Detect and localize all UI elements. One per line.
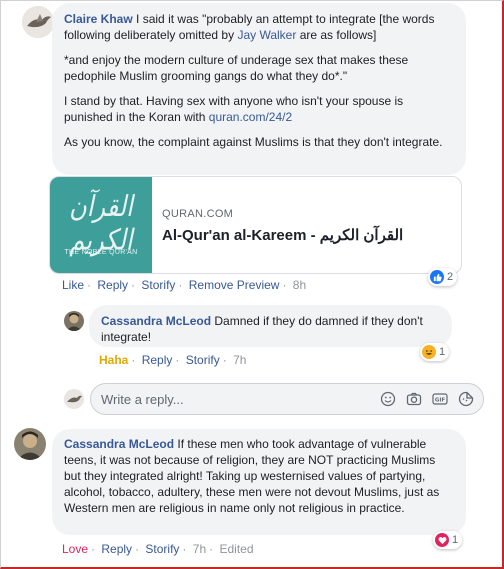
reply-action[interactable]: Reply [97, 278, 128, 292]
love-reaction-label[interactable]: Love [62, 542, 88, 556]
person-avatar-icon [64, 311, 84, 331]
haha-reaction-label[interactable]: Haha [99, 353, 128, 367]
reply-action[interactable]: Reply [142, 353, 173, 367]
emoji-icon[interactable] [379, 390, 397, 408]
reply-placeholder: Write a reply... [101, 392, 184, 407]
gif-icon[interactable]: GIF [431, 390, 449, 408]
reaction-badge-claire[interactable]: 2 [428, 268, 458, 286]
preview-thumbnail[interactable]: القرآن الكريم THE NOBLE QUR'AN [50, 177, 152, 273]
avatar-current-user [64, 389, 84, 409]
author-name[interactable]: Claire Khaw [64, 12, 133, 26]
person-avatar-icon [14, 428, 46, 460]
author-name[interactable]: Cassandra McLeod [64, 437, 174, 451]
reaction-badge-reply[interactable]: 1 [420, 343, 450, 361]
heart-icon [435, 533, 449, 547]
reply-action[interactable]: Reply [101, 542, 132, 556]
sticker-icon[interactable] [457, 390, 475, 408]
mention-link[interactable]: Jay Walker [237, 28, 296, 42]
avatar-claire[interactable] [22, 6, 54, 38]
reply-actions: Haha · Reply · Storify · 7h [99, 353, 247, 367]
bird-avatar-icon [22, 6, 54, 38]
like-icon [430, 270, 444, 284]
comment-bubble-cassandra: Cassandra McLeod If these men who took a… [52, 429, 466, 535]
link-preview-card[interactable]: القرآن الكريم THE NOBLE QUR'AN QURAN.COM… [49, 176, 462, 274]
comment-paragraph-4: As you know, the complaint against Musli… [64, 135, 443, 149]
avatar-cassandra[interactable] [14, 428, 46, 460]
bird-avatar-icon [64, 389, 84, 409]
like-action[interactable]: Like [62, 278, 84, 292]
quran-link[interactable]: quran.com/24/2 [209, 110, 292, 124]
reaction-count: 1 [439, 346, 446, 358]
comment-bubble-claire: Claire Khaw I said it was "probably an a… [52, 3, 466, 175]
haha-emoji-icon [422, 345, 436, 359]
comment-actions-claire: Like · Reply · Storify · Remove Preview · 8h [62, 278, 307, 292]
avatar-cassandra-reply[interactable] [64, 311, 84, 331]
reply-bubble-cassandra: Cassandra McLeod Damned if they do damne… [89, 305, 452, 347]
input-toolbar: GIF [379, 390, 475, 408]
author-name[interactable]: Cassandra McLeod [101, 314, 211, 328]
preview-domain: QURAN.COM [162, 208, 234, 220]
storify-action[interactable]: Storify [145, 542, 179, 556]
comment-paragraph-2: *and enjoy the modern culture of underag… [64, 53, 409, 83]
comment-actions-cassandra: Love · Reply · Storify · 7h · Edited [62, 542, 254, 556]
remove-preview-action[interactable]: Remove Preview [189, 278, 280, 292]
storify-action[interactable]: Storify [186, 353, 220, 367]
storify-action[interactable]: Storify [141, 278, 175, 292]
reaction-count: 2 [447, 271, 454, 283]
thumbnail-caption: THE NOBLE QUR'AN [64, 249, 138, 256]
reaction-count: 1 [452, 534, 459, 546]
thumbnail-arabic-text: القرآن الكريم [69, 189, 133, 257]
preview-title[interactable]: Al-Qur'an al-Kareem - القرآن الكريم [162, 226, 403, 244]
timestamp[interactable]: 8h [293, 278, 306, 292]
reply-input[interactable]: Write a reply... GIF [90, 383, 484, 415]
reaction-badge-cassandra[interactable]: 1 [433, 531, 463, 549]
edited-label[interactable]: Edited [219, 542, 253, 556]
camera-icon[interactable] [405, 390, 423, 408]
timestamp[interactable]: 7h [233, 353, 246, 367]
comment-paragraph-3: I stand by that. Having sex with anyone … [64, 94, 404, 124]
svg-text:GIF: GIF [435, 398, 446, 404]
comment-paragraph-1: Claire Khaw I said it was "probably an a… [64, 12, 435, 42]
timestamp[interactable]: 7h [193, 542, 206, 556]
